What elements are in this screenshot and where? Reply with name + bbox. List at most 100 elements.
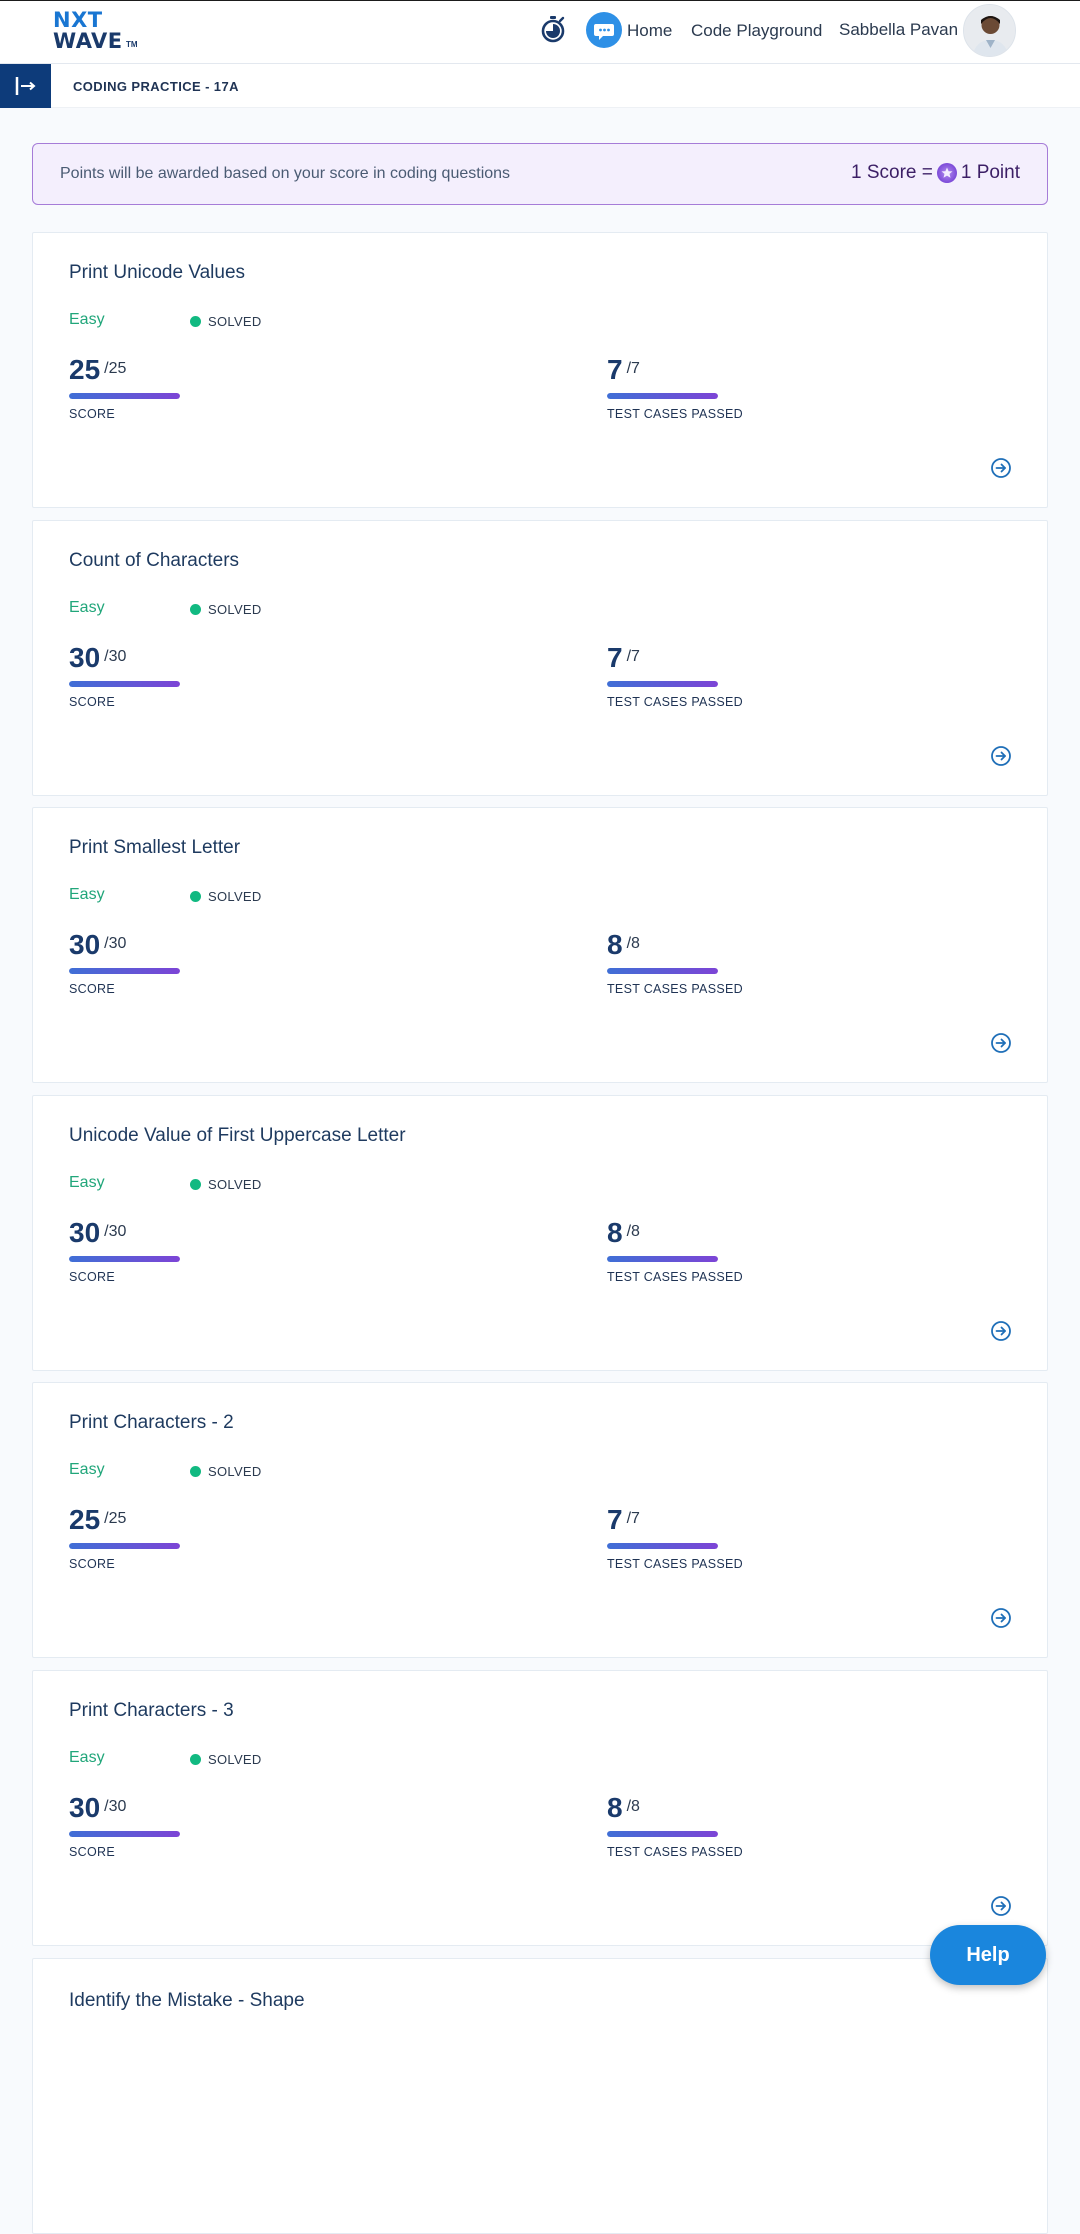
score-conversion-right: 1 Point [960,162,1020,183]
tests-progress-fill [607,1831,718,1837]
arrow-right-circle-icon[interactable] [990,1320,1012,1342]
score-progress-fill [69,1543,180,1549]
score-label: SCORE [69,695,115,709]
arrow-right-circle-icon[interactable] [990,1032,1012,1054]
score-value: 30 [69,1217,101,1248]
question-card[interactable]: Count of Characters Easy SOLVED 30/30 SC… [32,520,1048,796]
score-label: SCORE [69,407,115,421]
breadcrumb: CODING PRACTICE - 17A [73,79,239,94]
difficulty-label: Easy [69,311,105,328]
solved-dot-icon [190,1466,201,1477]
tests-passed-value: 7 [607,354,623,385]
avatar[interactable] [963,4,1016,57]
points-info-banner: Points will be awarded based on your sco… [32,143,1048,205]
status-badge: SOLVED [190,602,262,617]
question-card[interactable]: Print Smallest Letter Easy SOLVED 30/30 … [32,807,1048,1083]
status-text: SOLVED [208,1177,262,1192]
arrow-right-circle-icon[interactable] [990,457,1012,479]
arrow-right-circle-icon[interactable] [990,1607,1012,1629]
sidebar-toggle-button[interactable] [0,64,51,108]
tests-label: TEST CASES PASSED [607,1557,743,1571]
status-text: SOLVED [208,314,262,329]
tests-progress-fill [607,681,718,687]
arrow-right-circle-icon[interactable] [990,1895,1012,1917]
score-max: /30 [104,648,127,665]
tests-progress-fill [607,393,718,399]
score-max: /25 [104,1510,127,1527]
question-title[interactable]: Print Smallest Letter [69,837,240,859]
tests-passed-value: 8 [607,1792,623,1823]
score-metric: 30/30 SCORE [69,929,269,1009]
difficulty-label: Easy [69,599,105,616]
score-metric: 30/30 SCORE [69,1792,269,1872]
score-progress-bar [69,1831,180,1837]
score-max: /30 [104,1798,127,1815]
tests-progress-fill [607,1543,718,1549]
tests-passed-value: 7 [607,642,623,673]
score-value: 25 [69,1504,101,1535]
tests-passed-value: 7 [607,1504,623,1535]
question-title[interactable]: Print Characters - 2 [69,1412,234,1434]
status-badge: SOLVED [190,889,262,904]
score-label: SCORE [69,1557,115,1571]
question-title[interactable]: Print Characters - 3 [69,1700,234,1722]
question-card[interactable]: Print Characters - 2 Easy SOLVED 25/25 S… [32,1382,1048,1658]
score-label: SCORE [69,982,115,996]
question-card[interactable]: Print Unicode Values Easy SOLVED 25/25 S… [32,232,1048,508]
status-badge: SOLVED [190,1177,262,1192]
difficulty-label: Easy [69,1174,105,1191]
tests-label: TEST CASES PASSED [607,1845,743,1859]
tests-metric: 8/8 TEST CASES PASSED [607,1217,807,1297]
question-title[interactable]: Count of Characters [69,550,239,572]
expand-sidebar-icon [15,77,36,95]
top-navbar: NXT WAVE TM Home Code Playground Sabbell… [0,0,1080,64]
difficulty-label: Easy [69,1749,105,1766]
solved-dot-icon [190,316,201,327]
status-badge: SOLVED [190,1752,262,1767]
tests-progress-bar [607,393,718,399]
tests-total: /7 [626,1510,640,1527]
score-label: SCORE [69,1270,115,1284]
score-metric: 30/30 SCORE [69,642,269,722]
score-progress-bar [69,968,180,974]
user-name[interactable]: Sabbella Pavan [839,20,958,40]
question-card[interactable]: Unicode Value of First Uppercase Letter … [32,1095,1048,1371]
tests-total: /8 [626,935,640,952]
status-text: SOLVED [208,1464,262,1479]
arrow-right-circle-icon[interactable] [990,745,1012,767]
tests-metric: 7/7 TEST CASES PASSED [607,354,807,434]
tests-label: TEST CASES PASSED [607,1270,743,1284]
score-progress-fill [69,1831,180,1837]
tests-passed-value: 8 [607,929,623,960]
question-title[interactable]: Print Unicode Values [69,262,245,284]
tests-label: TEST CASES PASSED [607,695,743,709]
status-text: SOLVED [208,889,262,904]
tests-progress-bar [607,1256,718,1262]
chat-icon[interactable] [586,12,622,48]
question-card[interactable]: Identify the Mistake - Shape [32,1958,1048,2234]
tests-progress-bar [607,681,718,687]
tests-label: TEST CASES PASSED [607,982,743,996]
tests-metric: 7/7 TEST CASES PASSED [607,1504,807,1584]
question-title[interactable]: Unicode Value of First Uppercase Letter [69,1125,406,1147]
tests-total: /8 [626,1223,640,1240]
logo-tm: TM [126,40,138,49]
help-button[interactable]: Help [930,1925,1046,1985]
logo-line-2: WAVE [53,29,123,53]
nxtwave-logo[interactable]: NXT WAVE TM [52,8,142,54]
score-progress-fill [69,968,180,974]
tests-progress-fill [607,1256,718,1262]
solved-dot-icon [190,604,201,615]
question-card[interactable]: Print Characters - 3 Easy SOLVED 30/30 S… [32,1670,1048,1946]
points-info-text: Points will be awarded based on your sco… [60,165,511,182]
score-progress-bar [69,1543,180,1549]
question-title[interactable]: Identify the Mistake - Shape [69,1990,305,2012]
stopwatch-icon[interactable] [540,15,566,43]
status-badge: SOLVED [190,1464,262,1479]
nav-code-playground-link[interactable]: Code Playground [691,21,822,41]
sub-header: CODING PRACTICE - 17A [0,64,1080,108]
tests-total: /7 [626,648,640,665]
tests-progress-bar [607,968,718,974]
nav-home-link[interactable]: Home [627,21,672,41]
score-max: /30 [104,935,127,952]
